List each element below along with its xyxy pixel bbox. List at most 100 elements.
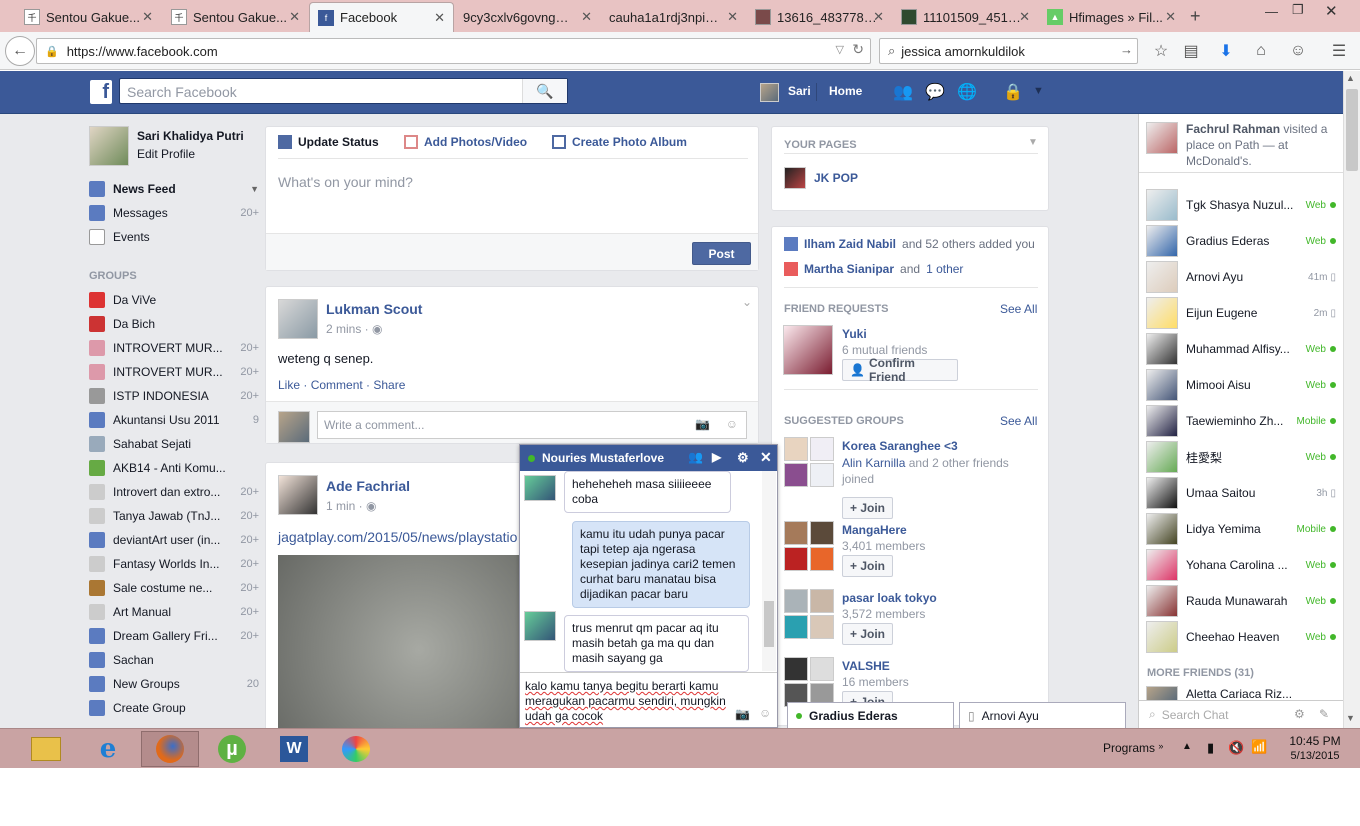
download-icon[interactable]: ⬇ — [1215, 40, 1237, 62]
account-chevron-down-icon[interactable]: ▼ — [1033, 85, 1044, 97]
avatar[interactable] — [278, 475, 318, 515]
sidebar-group-item[interactable]: Da Bich — [89, 313, 259, 335]
internet-explorer-icon[interactable]: e — [79, 731, 137, 767]
chat-contact[interactable]: Umaa Saitou 3h ▯ — [1146, 476, 1336, 510]
chat-contact[interactable]: 桂愛梨 Web — [1146, 440, 1336, 474]
show-hidden-icons-icon[interactable]: ▲ — [1182, 741, 1192, 752]
browser-tab[interactable]: 9cy3cxlv6govngb8j... ✕ — [455, 2, 600, 32]
sidebar-group-item[interactable]: Sale costume ne... 20+ — [89, 577, 259, 599]
status-input[interactable]: What's on your mind? — [278, 174, 413, 190]
close-tab-icon[interactable]: ✕ — [1019, 9, 1030, 25]
profile-link[interactable]: Sari — [788, 84, 811, 98]
sidebar-item-news-feed[interactable]: News Feed ▼ — [89, 178, 259, 200]
ticker-story[interactable]: Fachrul Rahman visited a place on Path —… — [1186, 121, 1338, 169]
group-name[interactable]: VALSHE — [842, 659, 890, 673]
sidebar-group-item[interactable]: INTROVERT MUR... 20+ — [89, 361, 259, 383]
sidebar-group-item[interactable]: Sahabat Sejati — [89, 433, 259, 455]
facebook-logo-icon[interactable]: f — [90, 80, 112, 104]
group-friend-link[interactable]: Alin Karnilla — [842, 456, 905, 470]
group-name[interactable]: pasar loak tokyo — [842, 591, 937, 605]
post-time[interactable]: 1 min · ◉ — [326, 499, 377, 513]
see-all-requests-link[interactable]: See All — [1000, 302, 1037, 316]
group-thumbnails[interactable] — [784, 521, 834, 571]
join-group-button[interactable]: + Join — [842, 555, 894, 577]
page-link[interactable]: JK POP — [814, 171, 858, 185]
compose-icon[interactable]: ✎ — [1319, 707, 1329, 721]
request-name[interactable]: Yuki — [842, 327, 867, 341]
profile-name[interactable]: Sari Khalidya Putri — [137, 129, 244, 143]
request-avatar[interactable] — [783, 325, 833, 375]
join-group-button[interactable]: + Join — [842, 623, 894, 645]
chat-tab[interactable]: ▯ Arnovi Ayu — [959, 702, 1126, 728]
smiley-icon[interactable]: ☺ — [759, 706, 771, 720]
join-group-button[interactable]: + Join — [842, 497, 894, 519]
battery-icon[interactable]: ▮ — [1207, 740, 1214, 756]
chat-title[interactable]: Nouries Mustaferlove — [542, 451, 664, 465]
url-bar[interactable]: 🔒 https://www.facebook.com ▽ ↻ — [36, 38, 871, 64]
chat-bubble-icon[interactable]: ☺ — [1287, 40, 1309, 62]
restore-icon[interactable]: ❐ — [1292, 2, 1304, 18]
profile-avatar[interactable] — [89, 126, 129, 166]
comment-input[interactable]: Write a comment... 📷 ☺ — [317, 411, 747, 439]
update-status-tab[interactable]: Update Status — [278, 135, 379, 149]
group-name[interactable]: MangaHere — [842, 523, 907, 537]
gear-icon[interactable]: ⚙ — [1294, 707, 1305, 721]
chat-contact[interactable]: Cheehao Heaven Web — [1146, 620, 1336, 654]
chat-contact[interactable]: Rauda Munawarah Web — [1146, 584, 1336, 618]
camera-icon[interactable]: 📷 — [695, 417, 710, 431]
video-call-icon[interactable]: ▶ — [712, 450, 721, 464]
notifications-globe-icon[interactable]: 🌐 — [957, 82, 977, 102]
share-link[interactable]: Share — [373, 378, 405, 392]
paint-icon[interactable] — [327, 731, 385, 767]
page-scrollbar[interactable]: ▲ ▼ — [1343, 71, 1360, 728]
browser-tab[interactable]: ▲ Hfimages » Fil... ✕ — [1039, 2, 1184, 32]
smiley-icon[interactable]: ☺ — [726, 417, 738, 431]
sidebar-group-item[interactable]: Introvert dan extro... 20+ — [89, 481, 259, 503]
chat-scroll-thumb[interactable] — [764, 601, 774, 647]
chat-window-header[interactable]: Nouries Mustaferlove 👥 ▶ ⚙ ✕ — [520, 445, 777, 471]
sidebar-group-item[interactable]: Art Manual 20+ — [89, 601, 259, 623]
back-button[interactable]: ← — [5, 36, 35, 66]
page-avatar[interactable] — [784, 167, 806, 189]
chevron-down-icon[interactable]: ▼ — [229, 184, 259, 194]
camera-icon[interactable]: 📷 — [735, 707, 750, 721]
sidebar-group-item[interactable]: Tanya Jawab (TnJ... 20+ — [89, 505, 259, 527]
close-tab-icon[interactable]: ✕ — [434, 10, 445, 26]
browser-tab[interactable]: 11101509_4518... ✕ — [893, 2, 1038, 32]
facebook-search-input[interactable]: Search Facebook — [119, 78, 568, 104]
chevron-down-icon[interactable]: ⌄ — [742, 295, 752, 309]
close-tab-icon[interactable]: ✕ — [727, 9, 738, 25]
mutual-friends[interactable]: 6 mutual friends — [842, 343, 927, 357]
go-arrow-icon[interactable]: → — [1120, 42, 1133, 57]
close-icon[interactable]: ✕ — [760, 449, 772, 466]
volume-muted-icon[interactable]: 🔇 — [1228, 740, 1244, 756]
chat-contact[interactable]: Taewieminho Zh... Mobile — [1146, 404, 1336, 438]
sidebar-group-item[interactable]: Da ViVe — [89, 289, 259, 311]
chat-contact[interactable]: Lidya Yemima Mobile — [1146, 512, 1336, 546]
close-tab-icon[interactable]: ✕ — [289, 9, 300, 25]
close-tab-icon[interactable]: ✕ — [581, 9, 592, 25]
sidebar-group-item[interactable]: Dream Gallery Fri... 20+ — [89, 625, 259, 647]
bookmark-star-icon[interactable]: ☆ — [1150, 40, 1172, 62]
home-icon[interactable]: ⌂ — [1250, 40, 1272, 62]
close-tab-icon[interactable]: ✕ — [873, 9, 884, 25]
add-photos-tab[interactable]: Add Photos/Video — [404, 135, 527, 149]
avatar[interactable] — [278, 299, 318, 339]
reload-icon[interactable]: ↻ — [852, 41, 864, 58]
sidebar-group-item[interactable]: Sachan — [89, 649, 259, 671]
sidebar-group-item[interactable]: INTROVERT MUR... 20+ — [89, 337, 259, 359]
messages-icon[interactable]: 💬 — [925, 82, 945, 102]
confirm-friend-button[interactable]: 👤 Confirm Friend — [842, 356, 958, 384]
gear-icon[interactable]: ⚙ — [737, 450, 749, 466]
create-album-tab[interactable]: Create Photo Album — [552, 135, 687, 149]
chat-contact[interactable]: Muhammad Alfisy... Web — [1146, 332, 1336, 366]
birthday-notification[interactable]: Martha Sianipar and 1 other — [784, 262, 963, 276]
post-author[interactable]: Lukman Scout — [326, 301, 422, 317]
group-name[interactable]: Korea Saranghee <3 — [842, 439, 958, 453]
edit-profile-link[interactable]: Edit Profile — [137, 147, 195, 161]
close-tab-icon[interactable]: ✕ — [1165, 9, 1176, 25]
group-thumbnails[interactable] — [784, 589, 834, 639]
word-icon[interactable]: W — [265, 731, 323, 767]
reading-list-icon[interactable]: ▤ — [1180, 40, 1202, 62]
window-close-icon[interactable]: ✕ — [1325, 2, 1338, 20]
